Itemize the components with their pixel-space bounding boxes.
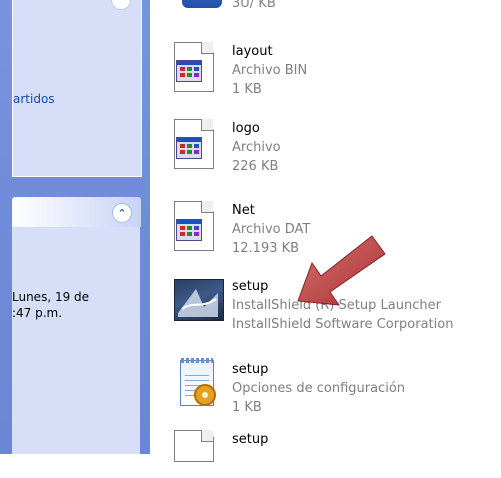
list-item[interactable]: Net Archivo DAT 12.193 KB [150, 201, 501, 277]
gear-icon [194, 384, 216, 406]
app-document-icon [166, 201, 214, 251]
file-list: 3U/ KB layout Archivo BIN 1 KB logo Arch… [150, 0, 501, 462]
collapse-button[interactable] [111, 0, 131, 10]
file-name: layout [232, 44, 273, 59]
file-name: setup [232, 362, 269, 377]
list-item[interactable]: logo Archivo 226 KB [150, 119, 501, 195]
file-name: setup [232, 432, 269, 447]
details-panel: Lunes, 19 de :47 p.m. [12, 227, 140, 454]
file-size: 3U/ KB [232, 0, 276, 11]
file-size: 12.193 KB [232, 241, 300, 256]
app-document-icon [166, 119, 214, 169]
file-type: Archivo [232, 140, 281, 155]
details-panel-header[interactable]: ⌃ [12, 197, 141, 227]
shared-folders-link[interactable]: artidos [13, 92, 55, 106]
file-name: Net [232, 203, 255, 218]
file-type: InstallShield (R) Setup Launcher [232, 298, 441, 313]
file-size: 1 KB [232, 82, 262, 97]
file-name: logo [232, 121, 260, 136]
file-company: InstallShield Software Corporation [232, 317, 454, 332]
list-item[interactable]: setup [150, 430, 501, 462]
file-size: 1 KB [232, 400, 262, 415]
app-document-icon [166, 42, 214, 92]
chevron-up-icon[interactable]: ⌃ [112, 203, 132, 223]
file-size: 226 KB [232, 159, 279, 174]
file-type: Opciones de configuración [232, 381, 406, 396]
list-item[interactable]: layout Archivo BIN 1 KB [150, 42, 501, 118]
details-date: Lunes, 19 de :47 p.m. [12, 290, 90, 320]
file-type: Archivo BIN [232, 63, 308, 78]
file-name: setup [232, 279, 269, 294]
list-item[interactable]: setup InstallShield (R) Setup Launcher I… [150, 277, 501, 353]
tasks-panel: artidos [12, 0, 142, 177]
setup-ini-icon [166, 358, 216, 408]
list-item[interactable]: setup Opciones de configuración 1 KB [150, 358, 501, 436]
list-item[interactable]: 3U/ KB [150, 0, 501, 11]
folder-icon [166, 0, 222, 28]
installshield-icon [166, 277, 224, 325]
file-type: Archivo DAT [232, 222, 311, 237]
document-icon [166, 430, 214, 478]
task-pane: artidos ⌃ Lunes, 19 de :47 p.m. [0, 0, 150, 454]
